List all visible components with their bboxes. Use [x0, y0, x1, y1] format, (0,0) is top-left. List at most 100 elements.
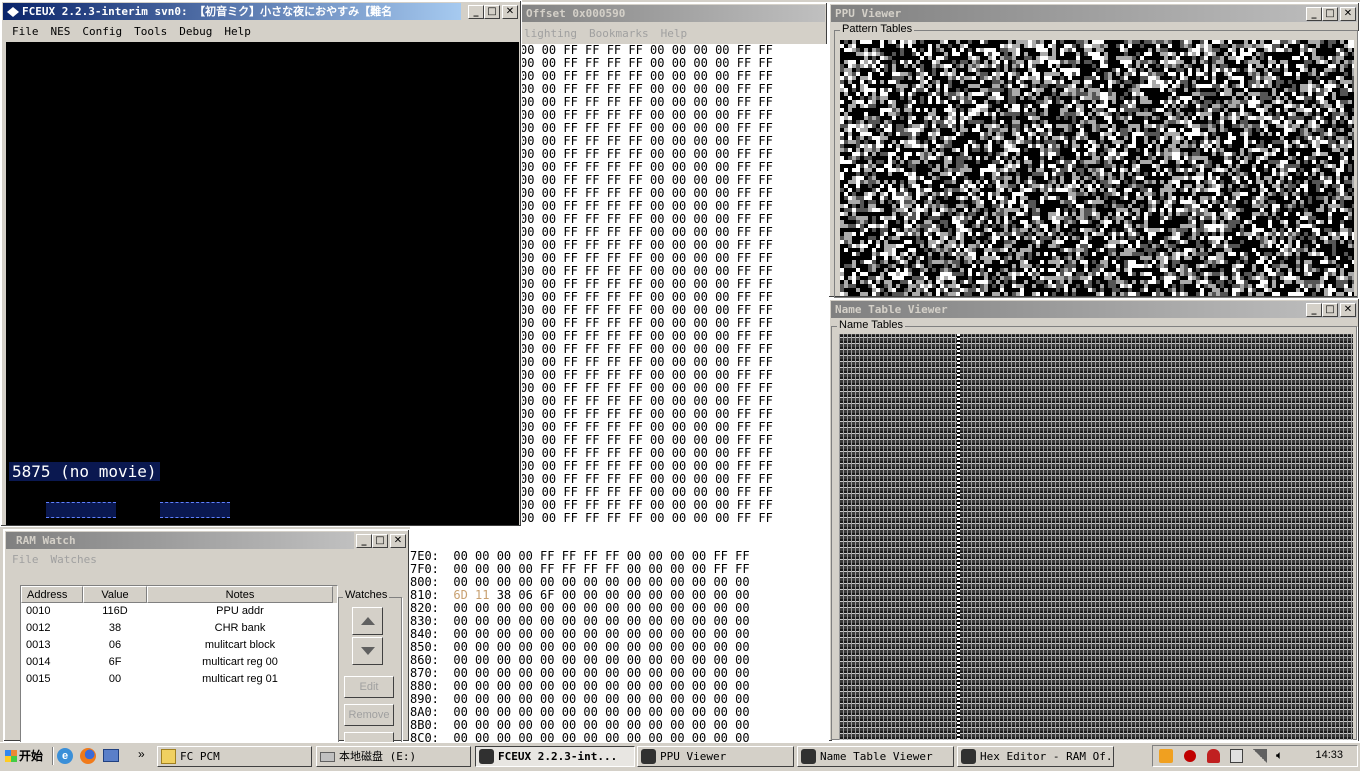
menu-debug[interactable]: Debug [173, 23, 218, 41]
pattern-pixel [1296, 172, 1300, 176]
pattern-pixel [924, 156, 928, 160]
pattern-pixel [988, 132, 992, 136]
close-button[interactable]: ✕ [1340, 7, 1356, 21]
hex-menu-help[interactable]: Help [655, 25, 694, 43]
arrow-up-icon [360, 617, 375, 625]
task-fc-pcm[interactable]: FC PCM [157, 746, 312, 767]
pattern-pixel [1064, 164, 1068, 168]
move-up-button[interactable] [352, 607, 383, 635]
pattern-pixel [872, 148, 876, 152]
watch-row[interactable]: 0013 06 mulitcart block [21, 637, 337, 654]
col-notes[interactable]: Notes [147, 586, 333, 603]
menu-tools[interactable]: Tools [128, 23, 173, 41]
ram-watch-titlebar[interactable]: RAM Watch [6, 532, 354, 549]
network-icon[interactable] [1230, 749, 1243, 763]
pattern-pixel [1068, 260, 1072, 264]
ram-menu-file[interactable]: File [6, 551, 45, 569]
record-icon[interactable] [1184, 750, 1196, 762]
edit-button[interactable]: Edit [344, 676, 394, 698]
maximize-button[interactable]: □ [484, 5, 500, 19]
show-desktop-icon[interactable] [103, 749, 119, 762]
pattern-pixel [968, 192, 972, 196]
pattern-pixel [928, 164, 932, 168]
ie-icon[interactable]: e [57, 748, 73, 764]
menu-config[interactable]: Config [76, 23, 128, 41]
menu-nes[interactable]: NES [45, 23, 77, 41]
minimize-button[interactable]: _ [356, 534, 372, 548]
pattern-pixel [1256, 60, 1260, 64]
pattern-pixel [1296, 120, 1300, 124]
watch-row[interactable]: 0014 6F multicart reg 00 [21, 654, 337, 671]
pattern-pixel [1252, 56, 1256, 60]
tray-app-icon[interactable] [1159, 749, 1173, 763]
pattern-pixel [1212, 124, 1216, 128]
firefox-icon[interactable] [80, 748, 96, 764]
quicklaunch-overflow[interactable]: » [138, 747, 145, 761]
task-local-disk[interactable]: 本地磁盘 (E:) [316, 746, 471, 767]
pattern-pixel [1280, 172, 1284, 176]
pattern-pixel [1052, 40, 1056, 44]
shield-icon[interactable] [1207, 749, 1220, 763]
pattern-pixel [1124, 120, 1128, 124]
game-screen[interactable]: 5875 (no movie) [6, 42, 519, 525]
clock[interactable]: 14:33 [1315, 749, 1343, 761]
pattern-pixel [1132, 160, 1136, 164]
signal-icon[interactable] [1253, 749, 1267, 763]
close-button[interactable]: ✕ [1340, 303, 1356, 317]
pattern-pixel [1108, 164, 1112, 168]
start-button[interactable]: 开始 [2, 745, 48, 767]
hex-menu-highlighting[interactable]: lighting [518, 25, 583, 43]
task-fceux[interactable]: FCEUX 2.2.3-int... [475, 746, 635, 767]
watch-row[interactable]: 0012 38 CHR bank [21, 620, 337, 637]
close-button[interactable]: ✕ [390, 534, 406, 548]
pattern-pixel [840, 272, 844, 276]
task-hex-editor[interactable]: Hex Editor - RAM Of... [957, 746, 1114, 767]
name-table-titlebar[interactable]: Name Table Viewer [831, 301, 1357, 318]
volume-icon[interactable]: 🔈︎ [1276, 748, 1283, 763]
minimize-button[interactable]: _ [468, 5, 484, 19]
pattern-pixel [940, 136, 944, 140]
pattern-pixel [1156, 148, 1160, 152]
pattern-pixel [1204, 108, 1208, 112]
pattern-pixel [1100, 60, 1104, 64]
hex-menu-bookmarks[interactable]: Bookmarks [583, 25, 655, 43]
close-button[interactable]: ✕ [502, 5, 518, 19]
col-value[interactable]: Value [83, 586, 147, 603]
pattern-pixel [1120, 116, 1124, 120]
pattern-pixel [1284, 72, 1288, 76]
hex-editor-titlebar[interactable]: Offset 0x000590 [508, 5, 825, 22]
pattern-pixel [1132, 168, 1136, 172]
remove-button[interactable]: Remove [344, 704, 394, 726]
minimize-button[interactable]: _ [1306, 303, 1322, 317]
pattern-pixel [1136, 208, 1140, 212]
ppu-viewer-titlebar[interactable]: PPU Viewer [831, 5, 1357, 22]
pattern-pixel [1320, 72, 1324, 76]
pattern-pixel [868, 60, 872, 64]
watch-row[interactable]: 0010 116D PPU addr [21, 603, 337, 620]
pattern-pixel [960, 236, 964, 240]
pattern-pixel [896, 132, 900, 136]
maximize-button[interactable]: □ [372, 534, 388, 548]
minimize-button[interactable]: _ [1306, 7, 1322, 21]
pattern-pixel [1128, 248, 1132, 252]
col-address[interactable]: Address [21, 586, 83, 603]
watch-value: 38 [108, 622, 122, 634]
fceux-titlebar[interactable]: FCEUX 2.2.3-interim svn0: 【初音ミク】小さな夜におやす… [3, 3, 461, 20]
pattern-pixel [1276, 100, 1280, 104]
menu-file[interactable]: File [6, 23, 45, 41]
watch-row[interactable]: 0015 00 multicart reg 01 [21, 671, 337, 688]
pattern-pixel [1320, 128, 1324, 132]
pattern-pixel [1156, 132, 1160, 136]
menu-help[interactable]: Help [218, 23, 257, 41]
watch-list[interactable]: Address Value Notes 0010 116D PPU addr 0012… [20, 585, 338, 743]
task-ppu-viewer[interactable]: PPU Viewer [637, 746, 794, 767]
maximize-button[interactable]: □ [1322, 7, 1338, 21]
move-down-button[interactable] [352, 637, 383, 665]
pattern-pixel [1256, 204, 1260, 208]
pattern-pixel [896, 192, 900, 196]
pattern-pixel [1276, 108, 1280, 112]
maximize-button[interactable]: □ [1322, 303, 1338, 317]
pattern-pixel [1312, 224, 1316, 228]
task-name-table-viewer[interactable]: Name Table Viewer [797, 746, 954, 767]
ram-menu-watches[interactable]: Watches [45, 551, 103, 569]
